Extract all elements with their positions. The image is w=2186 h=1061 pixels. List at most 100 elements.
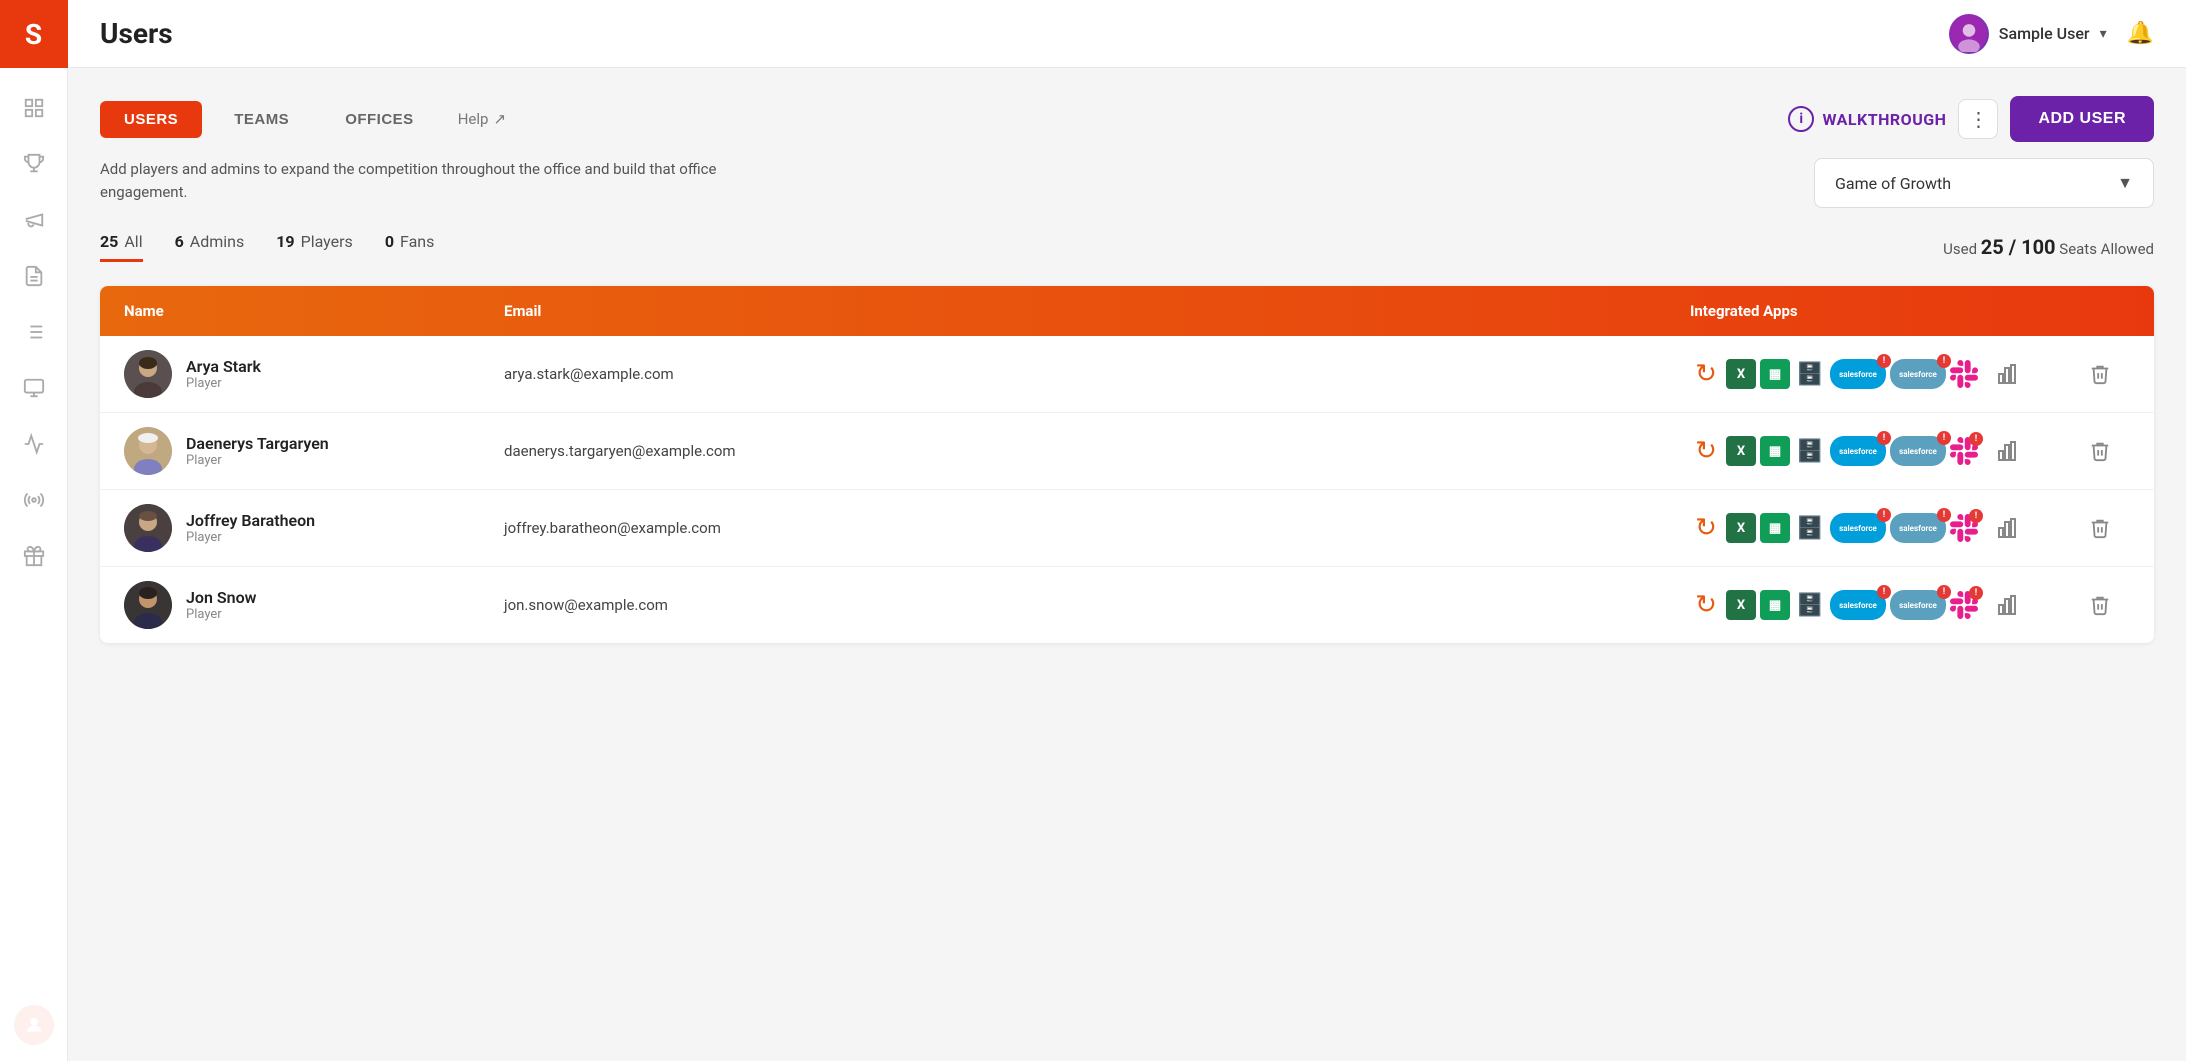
database-icon: 🗄️ [1794, 512, 1826, 544]
filter-tab-fans[interactable]: 0 Fans [385, 232, 435, 262]
user-role-jon: Player [186, 607, 256, 622]
walkthrough-label: WALKTHROUGH [1822, 110, 1946, 129]
description-row: Add players and admins to expand the com… [100, 158, 2154, 208]
tab-teams[interactable]: TEAMS [210, 101, 313, 138]
apps-joffrey: ↻ X ▦ 🗄️ salesforce ! salesforce ! ! [1690, 512, 1990, 544]
players-label: Players [301, 232, 353, 251]
salesforce-icon: salesforce ! [1830, 359, 1886, 389]
slack-icon: ! [1950, 514, 1978, 542]
slack-icon: ! [1950, 437, 1978, 465]
col-name: Name [124, 302, 504, 320]
user-role-daenerys: Player [186, 453, 329, 468]
sidebar: S [0, 0, 68, 1061]
competition-dropdown[interactable]: Game of Growth ▼ [1814, 158, 2154, 208]
stats-button-jon[interactable] [1990, 587, 2026, 623]
excel-icon: X [1726, 513, 1756, 543]
table-row: Joffrey Baratheon Player joffrey.barathe… [100, 490, 2154, 567]
refresh-icon: ↻ [1690, 512, 1722, 544]
toolbar-left: USERS TEAMS OFFICES Help ↗ [100, 101, 506, 138]
filter-tab-admins[interactable]: 6 Admins [175, 232, 245, 262]
sidebar-item-gift[interactable] [10, 532, 58, 580]
more-dots-icon: ⋮ [1968, 107, 1988, 131]
user-cell-arya: Arya Stark Player [124, 350, 504, 398]
table-header: Name Email Integrated Apps [100, 286, 2154, 336]
user-name-joffrey: Joffrey Baratheon [186, 511, 315, 530]
action-btns-arya [1990, 356, 2070, 392]
sidebar-nav [10, 68, 58, 1005]
email-jon: jon.snow@example.com [504, 596, 1690, 614]
sidebar-item-megaphone[interactable] [10, 196, 58, 244]
sidebar-item-monitor[interactable] [10, 364, 58, 412]
email-joffrey: joffrey.baratheon@example.com [504, 519, 1690, 537]
action-btns-joffrey [1990, 510, 2070, 546]
sidebar-bottom [0, 1005, 68, 1061]
page-title: Users [100, 17, 173, 50]
stats-button-daenerys[interactable] [1990, 433, 2026, 469]
refresh-icon: ↻ [1690, 435, 1722, 467]
col-actions [1990, 302, 2070, 320]
all-count: 25 [100, 232, 118, 251]
fans-label: Fans [400, 232, 434, 251]
stats-button-arya[interactable] [1990, 356, 2026, 392]
sheets-icon: ▦ [1760, 590, 1790, 620]
user-cell-daenerys: Daenerys Targaryen Player [124, 427, 504, 475]
seats-prefix: Used [1943, 240, 1977, 258]
header-right: Sample User ▾ 🔔 [1949, 14, 2154, 54]
tab-users[interactable]: USERS [100, 101, 202, 138]
col-delete [2070, 302, 2130, 320]
salesforce-icon: salesforce ! [1830, 590, 1886, 620]
help-link[interactable]: Help ↗ [458, 110, 506, 128]
admins-label: Admins [190, 232, 244, 251]
col-apps: Integrated Apps [1690, 302, 1990, 320]
tab-offices[interactable]: OFFICES [321, 101, 438, 138]
sidebar-item-dashboard[interactable] [10, 84, 58, 132]
salesforce2-icon: salesforce ! [1890, 359, 1946, 389]
user-details-jon: Jon Snow Player [186, 588, 256, 622]
user-name: Sample User [1999, 24, 2090, 43]
sidebar-item-list[interactable] [10, 308, 58, 356]
sheets-icon: ▦ [1760, 359, 1790, 389]
main-content: Users Sample User ▾ 🔔 USERS TE [68, 0, 2186, 1061]
seats-used: 25 / 100 [1981, 235, 2056, 259]
table-row: Daenerys Targaryen Player daenerys.targa… [100, 413, 2154, 490]
user-name-arya: Arya Stark [186, 357, 261, 376]
filter-tab-players[interactable]: 19 Players [276, 232, 353, 262]
user-cell-jon: Jon Snow Player [124, 581, 504, 629]
sidebar-item-chart[interactable] [10, 420, 58, 468]
sheets-icon: ▦ [1760, 436, 1790, 466]
delete-btn-joffrey[interactable] [2070, 517, 2130, 539]
filter-row: 25 All 6 Admins 19 Players 0 Fans Used [100, 232, 2154, 262]
slack-icon: ! [1950, 591, 1978, 619]
delete-btn-arya[interactable] [2070, 363, 2130, 385]
refresh-icon: ↻ [1690, 358, 1722, 390]
user-details-arya: Arya Stark Player [186, 357, 261, 391]
sidebar-item-trophy[interactable] [10, 140, 58, 188]
refresh-icon: ↻ [1690, 589, 1722, 621]
walkthrough-button[interactable]: i WALKTHROUGH [1788, 106, 1946, 132]
sidebar-item-broadcast[interactable] [10, 476, 58, 524]
salesforce-icon: salesforce ! [1830, 513, 1886, 543]
notification-bell-icon[interactable]: 🔔 [2127, 21, 2154, 46]
chevron-down-icon: ▾ [2100, 26, 2107, 42]
competition-name: Game of Growth [1835, 174, 1951, 193]
database-icon: 🗄️ [1794, 589, 1826, 621]
user-role-arya: Player [186, 376, 261, 391]
add-user-button[interactable]: ADD USER [2010, 96, 2154, 142]
toolbar: USERS TEAMS OFFICES Help ↗ i WALKTHROUGH… [100, 96, 2154, 142]
user-info[interactable]: Sample User ▾ [1949, 14, 2107, 54]
avatar-arya [124, 350, 172, 398]
more-options-button[interactable]: ⋮ [1958, 99, 1998, 139]
table-row: Arya Stark Player arya.stark@example.com… [100, 336, 2154, 413]
seats-suffix: Seats Allowed [2059, 240, 2154, 258]
sidebar-item-users[interactable] [14, 1005, 54, 1045]
stats-button-joffrey[interactable] [1990, 510, 2026, 546]
app-logo[interactable]: S [0, 0, 68, 68]
sidebar-item-report[interactable] [10, 252, 58, 300]
delete-btn-daenerys[interactable] [2070, 440, 2130, 462]
slack-icon [1950, 360, 1978, 388]
action-btns-daenerys [1990, 433, 2070, 469]
filter-tab-all[interactable]: 25 All [100, 232, 143, 262]
user-name-daenerys: Daenerys Targaryen [186, 434, 329, 453]
delete-btn-jon[interactable] [2070, 594, 2130, 616]
database-icon: 🗄️ [1794, 358, 1826, 390]
